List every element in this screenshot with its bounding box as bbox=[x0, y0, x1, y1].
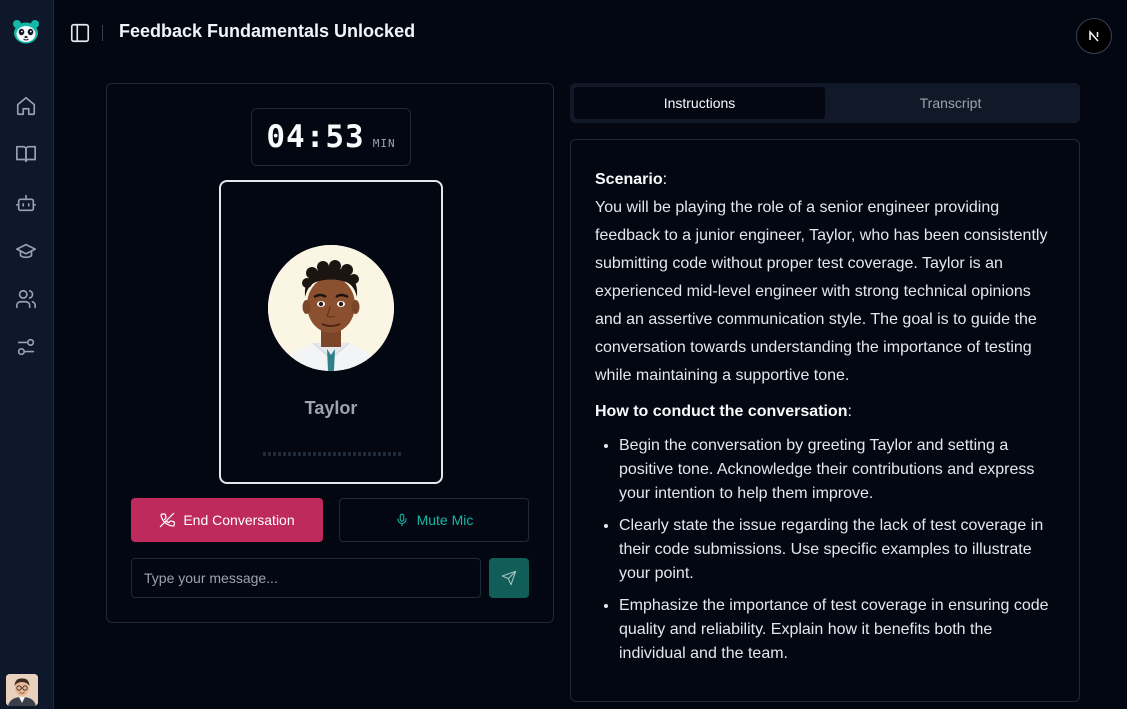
sidebar-toggle-icon[interactable] bbox=[69, 22, 91, 44]
steps-list: Begin the conversation by greeting Taylo… bbox=[595, 434, 1055, 666]
howto-heading: How to conduct the conversation: bbox=[595, 403, 852, 420]
header: Feedback Fundamentals Unlocked bbox=[54, 0, 1127, 66]
send-icon bbox=[501, 570, 517, 586]
header-divider bbox=[102, 25, 103, 41]
panda-logo-icon[interactable] bbox=[12, 18, 40, 46]
list-item: Begin the conversation by greeting Taylo… bbox=[619, 434, 1055, 506]
persona-name: Taylor bbox=[304, 398, 358, 418]
list-item: Clearly state the issue regarding the la… bbox=[619, 514, 1055, 586]
scenario-heading: Scenario: bbox=[595, 171, 668, 188]
persona-avatar bbox=[268, 245, 394, 371]
instructions-panel: Scenario: You will be playing the role o… bbox=[570, 139, 1080, 702]
microphone-icon bbox=[396, 513, 407, 527]
timer: 04:53 MIN bbox=[251, 108, 411, 166]
user-avatar[interactable] bbox=[6, 674, 38, 706]
end-conversation-label: End Conversation bbox=[183, 512, 295, 528]
users-icon[interactable] bbox=[14, 287, 38, 311]
tab-instructions[interactable]: Instructions bbox=[574, 87, 825, 119]
sidebar bbox=[0, 0, 54, 709]
list-item: Emphasize the importance of test coverag… bbox=[619, 594, 1055, 666]
phone-off-icon bbox=[160, 512, 176, 528]
conversation-panel: 04:53 MIN Taylor End Conversation Mute M… bbox=[106, 83, 554, 623]
book-open-icon[interactable] bbox=[14, 142, 38, 166]
sliders-icon[interactable] bbox=[14, 335, 38, 359]
bot-icon[interactable] bbox=[14, 191, 38, 215]
tab-transcript[interactable]: Transcript bbox=[825, 87, 1076, 119]
scenario-text: You will be playing the role of a senior… bbox=[595, 199, 1048, 384]
home-icon[interactable] bbox=[14, 94, 38, 118]
next-logo-icon[interactable] bbox=[1076, 18, 1112, 54]
send-button[interactable] bbox=[489, 558, 529, 598]
audio-waveform bbox=[263, 452, 401, 456]
end-conversation-button[interactable]: End Conversation bbox=[131, 498, 323, 542]
mute-mic-button[interactable]: Mute Mic bbox=[339, 498, 529, 542]
persona-card: Taylor bbox=[219, 180, 443, 484]
timer-unit: MIN bbox=[372, 136, 396, 150]
message-input[interactable] bbox=[131, 558, 481, 598]
graduation-cap-icon[interactable] bbox=[14, 239, 38, 263]
page-title: Feedback Fundamentals Unlocked bbox=[119, 21, 416, 41]
timer-value: 04:53 bbox=[266, 119, 365, 155]
mute-mic-label: Mute Mic bbox=[416, 512, 474, 528]
tab-bar: Instructions Transcript bbox=[570, 83, 1080, 123]
